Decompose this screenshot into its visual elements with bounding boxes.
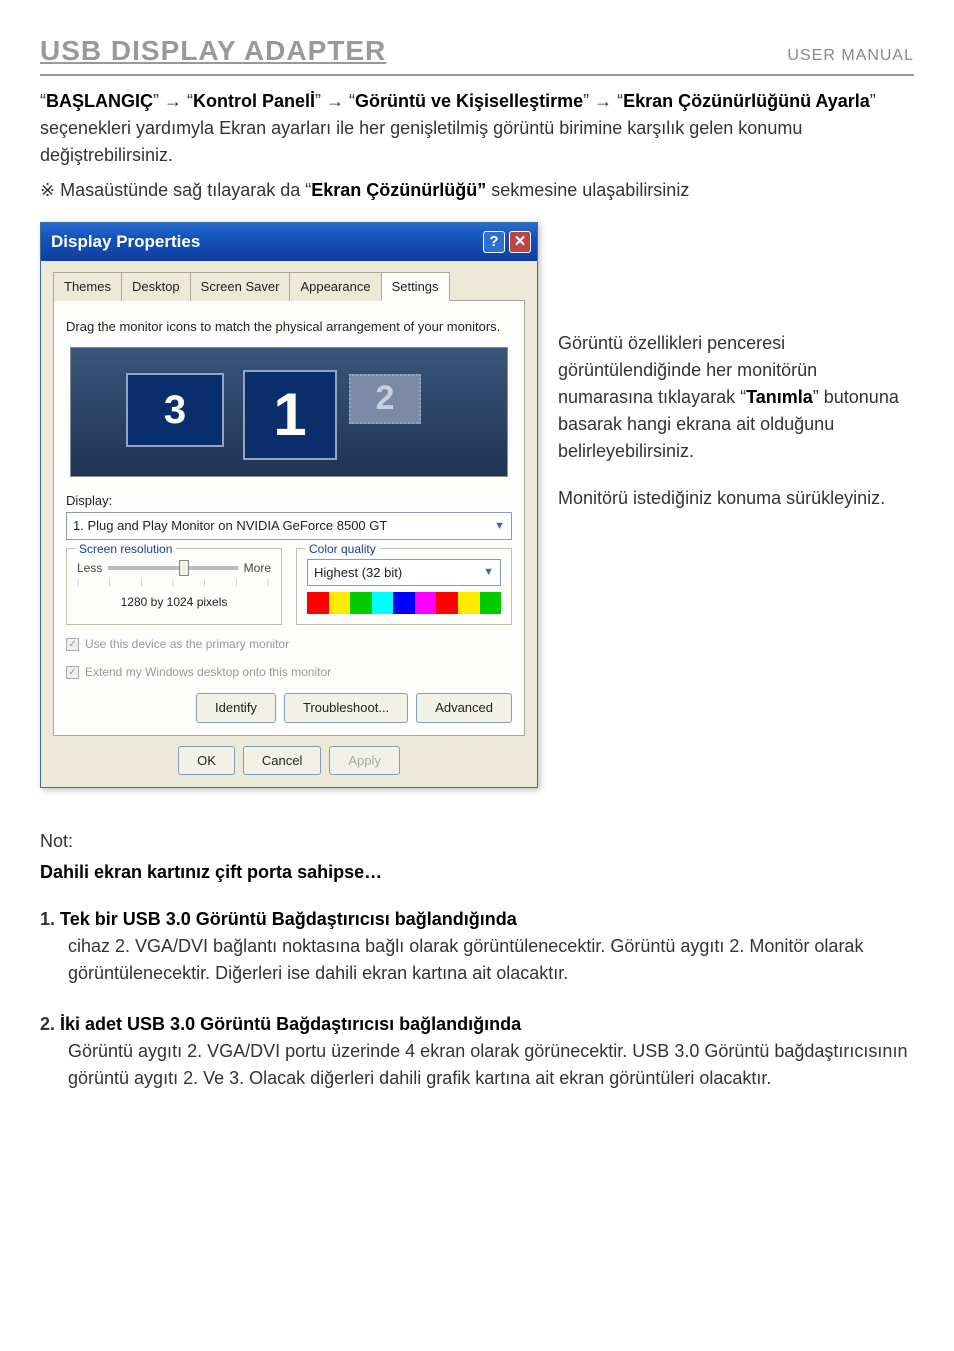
crumb-control-panel: Kontrol Panelİ (193, 91, 315, 111)
doc-title: USB DISPLAY ADAPTER (40, 30, 386, 72)
troubleshoot-button[interactable]: Troubleshoot... (284, 693, 408, 723)
page-header: USB DISPLAY ADAPTER USER MANUAL (40, 30, 914, 76)
side-paragraph-1: Görüntü özellikleri penceresi görüntülen… (558, 330, 914, 465)
doc-subtitle: USER MANUAL (787, 44, 914, 68)
checkbox-icon: ✓ (66, 666, 79, 679)
list-body-1: cihaz 2. VGA/DVI bağlantı noktasına bağl… (68, 933, 914, 987)
side-paragraph-2: Monitörü istediğiniz konuma sürükleyiniz… (558, 485, 914, 512)
note-heading: Not: (40, 828, 914, 855)
resolution-value: 1280 by 1024 pixels (77, 593, 271, 611)
crumb-resolution: Ekran Çözünürlüğünü Ayarla (623, 91, 870, 111)
tip-para: ※ Masaüstünde sağ tılayarak da “Ekran Çö… (40, 177, 914, 204)
tip-bold: Ekran Çözünürlüğü” (311, 180, 486, 200)
cq-legend: Color quality (305, 540, 380, 558)
dialog-title-text: Display Properties (51, 229, 479, 255)
list-body-2: Görüntü aygıtı 2. VGA/DVI portu üzerinde… (68, 1038, 914, 1092)
ok-button[interactable]: OK (178, 746, 235, 776)
advanced-button[interactable]: Advanced (416, 693, 512, 723)
identify-button[interactable]: Identify (196, 693, 276, 723)
resolution-slider[interactable] (108, 566, 237, 570)
monitor-1[interactable]: 1 (243, 370, 337, 460)
primary-monitor-checkbox[interactable]: ✓ Use this device as the primary monitor (66, 635, 512, 653)
sr-more: More (244, 559, 271, 577)
display-properties-dialog: Display Properties ? ✕ Themes Desktop Sc… (40, 222, 538, 788)
slider-thumb[interactable] (179, 560, 189, 576)
cq-value: Highest (32 bit) (314, 563, 402, 583)
extend-desktop-checkbox[interactable]: ✓ Extend my Windows desktop onto this mo… (66, 663, 512, 681)
monitor-3[interactable]: 3 (126, 373, 224, 447)
monitor-arrangement[interactable]: 3 1 2 (70, 347, 508, 477)
cancel-button[interactable]: Cancel (243, 746, 321, 776)
monitor-2[interactable]: 2 (349, 374, 421, 424)
checkbox-icon: ✓ (66, 638, 79, 651)
intro-section: “BAŞLANGIÇ” → “Kontrol Panelİ” → “Görünt… (40, 88, 914, 204)
tab-screensaver[interactable]: Screen Saver (190, 272, 291, 302)
tab-strip: Themes Desktop Screen Saver Appearance S… (53, 271, 525, 301)
list-title-1: Tek bir USB 3.0 Görüntü Bağdaştırıcısı b… (60, 909, 517, 929)
note-section: Not: Dahili ekran kartınız çift porta sa… (40, 828, 914, 1092)
list-item: 2. İki adet USB 3.0 Görüntü Bağdaştırıcı… (40, 1011, 914, 1092)
color-spectrum-icon (307, 592, 501, 614)
tab-settings[interactable]: Settings (381, 272, 450, 302)
side-text: Görüntü özellikleri penceresi görüntülen… (558, 222, 914, 788)
screen-resolution-group: Screen resolution Less More ||||||| 1280… (66, 548, 282, 626)
breadcrumb-para: “BAŞLANGIÇ” → “Kontrol Panelİ” → “Görünt… (40, 88, 914, 169)
color-quality-group: Color quality Highest (32 bit) ▼ (296, 548, 512, 626)
note-subheading: Dahili ekran kartınız çift porta sahipse… (40, 862, 382, 882)
close-icon[interactable]: ✕ (509, 231, 531, 253)
list-title-2: İki adet USB 3.0 Görüntü Bağdaştırıcısı … (60, 1014, 521, 1034)
help-icon[interactable]: ? (483, 231, 505, 253)
color-quality-select[interactable]: Highest (32 bit) ▼ (307, 559, 501, 587)
drag-instruction: Drag the monitor icons to match the phys… (66, 317, 512, 337)
chevron-down-icon: ▼ (483, 564, 494, 581)
identify-bold: Tanımla (746, 387, 813, 407)
settings-panel: Drag the monitor icons to match the phys… (53, 300, 525, 736)
dialog-titlebar[interactable]: Display Properties ? ✕ (41, 223, 537, 261)
crumb-start: BAŞLANGIÇ (46, 91, 153, 111)
display-select[interactable]: 1. Plug and Play Monitor on NVIDIA GeFor… (66, 512, 512, 540)
sr-less: Less (77, 559, 102, 577)
apply-button[interactable]: Apply (329, 746, 400, 776)
list-number: 1. (40, 909, 55, 929)
sr-legend: Screen resolution (75, 540, 176, 558)
slider-ticks: ||||||| (77, 577, 271, 589)
reference-mark-icon: ※ (40, 180, 60, 200)
tab-appearance[interactable]: Appearance (289, 272, 381, 302)
chevron-down-icon: ▼ (494, 518, 505, 535)
list-item: 1. Tek bir USB 3.0 Görüntü Bağdaştırıcıs… (40, 906, 914, 987)
tab-themes[interactable]: Themes (53, 272, 122, 302)
list-number: 2. (40, 1014, 55, 1034)
display-select-value: 1. Plug and Play Monitor on NVIDIA GeFor… (73, 516, 387, 536)
display-label: Display: (66, 491, 512, 511)
crumb-appearance: Görüntü ve Kişiselleştirme (355, 91, 583, 111)
tab-desktop[interactable]: Desktop (121, 272, 191, 302)
